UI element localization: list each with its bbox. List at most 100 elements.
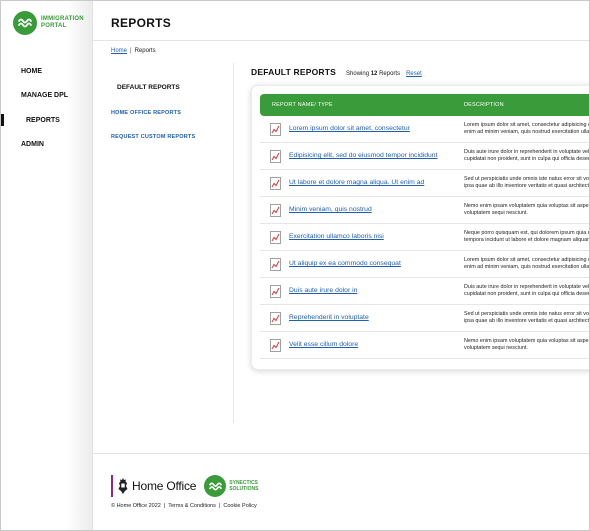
footer-logos: Home Office SYNECTICS SOLUTIONS — [111, 473, 258, 499]
portal-logo-text: IMMIGRATION PORTAL — [41, 16, 84, 30]
report-description-line: ipsa quae ab illo inventore veritatis et… — [464, 183, 590, 189]
report-description-line: cupidatat non proident, sunt in culpa qu… — [464, 156, 590, 162]
report-description-line: Nemo enim ipsam voluptatem quia voluptas… — [464, 203, 590, 209]
column-divider — [233, 63, 234, 423]
synectics-logo-icon — [204, 475, 227, 497]
terms-link[interactable]: Terms & Conditions — [168, 503, 216, 509]
section-title: DEFAULT REPORTS — [251, 67, 337, 77]
report-name-link[interactable]: Minim veniam, quis nostrud — [289, 206, 372, 213]
home-office-bar — [111, 475, 113, 497]
submenu-default-reports[interactable]: DEFAULT REPORTS — [117, 84, 180, 91]
brand-line1: IMMIGRATION — [41, 16, 84, 22]
synectics-logo-text: SYNECTICS SOLUTIONS — [229, 480, 258, 492]
report-description-line: voluptatem sequi nesciunt. — [464, 210, 528, 216]
report-description-line: Lorem ipsum dolor sit amet, consectetur … — [464, 122, 589, 128]
column-header-description[interactable]: DESCRIPTION — [464, 102, 504, 108]
table-row[interactable]: Duis aute irure dolor in Duis aute irure … — [260, 278, 590, 305]
table-row[interactable]: Exercitation ullamco laboris nisi Neque p… — [260, 224, 590, 251]
report-chart-icon — [270, 177, 281, 190]
table-row[interactable]: Velit esse cillum dolore Nemo enim ipsam … — [260, 332, 590, 359]
page-title: REPORTS — [111, 16, 172, 30]
header-divider — [93, 40, 589, 41]
report-description: Sed ut perspiciatis unde omnis iste natu… — [464, 311, 590, 325]
showing-prefix: Showing — [346, 71, 370, 77]
report-description-line: cupidatat non proident, sunt in culpa qu… — [464, 291, 590, 297]
report-chart-icon — [270, 258, 281, 271]
nav-item-reports[interactable]: REPORTS — [1, 108, 93, 133]
report-chart-icon — [270, 231, 281, 244]
report-description: Nemo enim ipsam voluptatem quia voluptas… — [464, 338, 590, 352]
breadcrumb-home-link[interactable]: Home — [111, 48, 127, 54]
report-name-link[interactable]: Velit esse cillum dolore — [289, 341, 358, 348]
report-description: Duis aute irure dolor in reprehenderit i… — [464, 149, 590, 163]
submenu-home-office-reports[interactable]: HOME OFFICE REPORTS — [111, 110, 181, 116]
report-description-line: enim ad minim veniam, quis nostrud exerc… — [464, 129, 590, 135]
immigration-portal-logo[interactable]: IMMIGRATION PORTAL — [13, 11, 89, 35]
table-row[interactable]: Minim veniam, quis nostrud Nemo enim ipsa… — [260, 197, 590, 224]
report-chart-icon — [270, 312, 281, 325]
synectics-line2: SOLUTIONS — [229, 486, 259, 492]
table-body: Lorem ipsum dolor sit amet, consectetur L… — [260, 116, 590, 359]
showing-suffix: Reports — [379, 71, 401, 77]
report-name-link[interactable]: Lorem ipsum dolor sit amet, consectetur — [289, 125, 410, 132]
sidebar: IMMIGRATION PORTAL HOME MANAGE DPL REPOR… — [1, 1, 93, 530]
table-row[interactable]: Ut aliquip ex ea commodo consequat Lorem … — [260, 251, 590, 278]
report-name-link[interactable]: Ut labore et dolore magna aliqua. Ut eni… — [289, 179, 424, 186]
report-description-line: Nemo enim ipsam voluptatem quia voluptas… — [464, 338, 590, 344]
report-description: Lorem ipsum dolor sit amet, consectetur … — [464, 122, 590, 136]
brand-line2: PORTAL — [41, 23, 67, 29]
report-description-line: enim ad minim veniam, quis nostrud exerc… — [464, 264, 590, 270]
royal-crest-icon — [118, 478, 128, 494]
report-name-link[interactable]: Ut aliquip ex ea commodo consequat — [289, 260, 401, 267]
nav-item-manage-dpl[interactable]: MANAGE DPL — [1, 84, 93, 109]
report-description: Neque porro quisquam est, qui dolorem ip… — [464, 230, 590, 244]
breadcrumb-current: Reports — [134, 48, 156, 54]
column-header-report-name[interactable]: REPORT NAME/ TYPE — [272, 102, 333, 108]
report-description-line: ipsa quae ab illo inventore veritatis et… — [464, 318, 590, 324]
report-description-line: Lorem ipsum dolor sit amet, consectetur … — [464, 257, 589, 263]
report-description-line: tempora incidunt ut labore et dolore mag… — [464, 237, 590, 243]
reports-section-header: DEFAULT REPORTS Showing 12 Reports Reset — [251, 67, 422, 77]
report-description: Lorem ipsum dolor sit amet, consectetur … — [464, 257, 590, 271]
report-name-link[interactable]: Reprehenderit in voluptate — [289, 314, 369, 321]
table-header: REPORT NAME/ TYPE DESCRIPTION — [260, 94, 589, 116]
table-row[interactable]: Reprehenderit in voluptate Sed ut perspic… — [260, 305, 590, 332]
showing-count-text: Showing 12 Reports — [346, 71, 400, 77]
breadcrumb-separator: | — [130, 48, 132, 54]
report-chart-icon — [270, 150, 281, 163]
report-description-line: voluptatem sequi nesciunt. — [464, 345, 528, 351]
report-chart-icon — [270, 339, 281, 352]
nav-item-admin[interactable]: ADMIN — [1, 133, 93, 158]
submenu-request-custom-reports[interactable]: REQUEST CUSTOM REPORTS — [111, 134, 195, 140]
report-description: Sed ut perspiciatis unde omnis iste natu… — [464, 176, 590, 190]
main-nav: HOME MANAGE DPL REPORTS ADMIN — [1, 59, 93, 157]
report-name-link[interactable]: Duis aute irure dolor in — [289, 287, 357, 294]
footer-separator: | — [218, 503, 221, 509]
table-row[interactable]: Edipisicing elit, sed do eiusmod tempor … — [260, 143, 590, 170]
footer-divider — [93, 453, 589, 454]
nav-item-home[interactable]: HOME — [1, 59, 93, 84]
report-description: Duis aute irure dolor in reprehenderit i… — [464, 284, 590, 298]
report-count: 12 — [370, 71, 378, 77]
report-chart-icon — [270, 123, 281, 136]
footer-links: © Home Office 2022 | Terms & Conditions | Co… — [111, 503, 257, 509]
reports-table-card: REPORT NAME/ TYPE DESCRIPTION Lorem ipsu… — [251, 85, 590, 370]
report-description-line: Sed ut perspiciatis unde omnis iste natu… — [464, 176, 589, 182]
report-description-line: Neque porro quisquam est, qui dolorem ip… — [464, 230, 589, 236]
footer-separator: | — [163, 503, 166, 509]
report-name-link[interactable]: Exercitation ullamco laboris nisi — [289, 233, 384, 240]
table-row[interactable]: Ut labore et dolore magna aliqua. Ut eni… — [260, 170, 590, 197]
reset-link[interactable]: Reset — [406, 71, 422, 77]
cookie-policy-link[interactable]: Cookie Policy — [223, 503, 256, 509]
report-chart-icon — [270, 285, 281, 298]
table-row[interactable]: Lorem ipsum dolor sit amet, consectetur L… — [260, 116, 590, 143]
copyright-text: © Home Office 2022 — [111, 503, 161, 509]
app-frame: IMMIGRATION PORTAL HOME MANAGE DPL REPOR… — [0, 0, 590, 531]
report-name-link[interactable]: Edipisicing elit, sed do eiusmod tempor … — [289, 152, 437, 159]
report-description: Nemo enim ipsam voluptatem quia voluptas… — [464, 203, 590, 217]
breadcrumb: Home | Reports — [111, 48, 156, 54]
home-office-logo-text: Home Office — [132, 479, 197, 493]
portal-logo-icon — [13, 11, 37, 35]
report-description-line: Sed ut perspiciatis unde omnis iste natu… — [464, 311, 589, 317]
report-description-line: Duis aute irure dolor in reprehenderit i… — [464, 149, 590, 155]
